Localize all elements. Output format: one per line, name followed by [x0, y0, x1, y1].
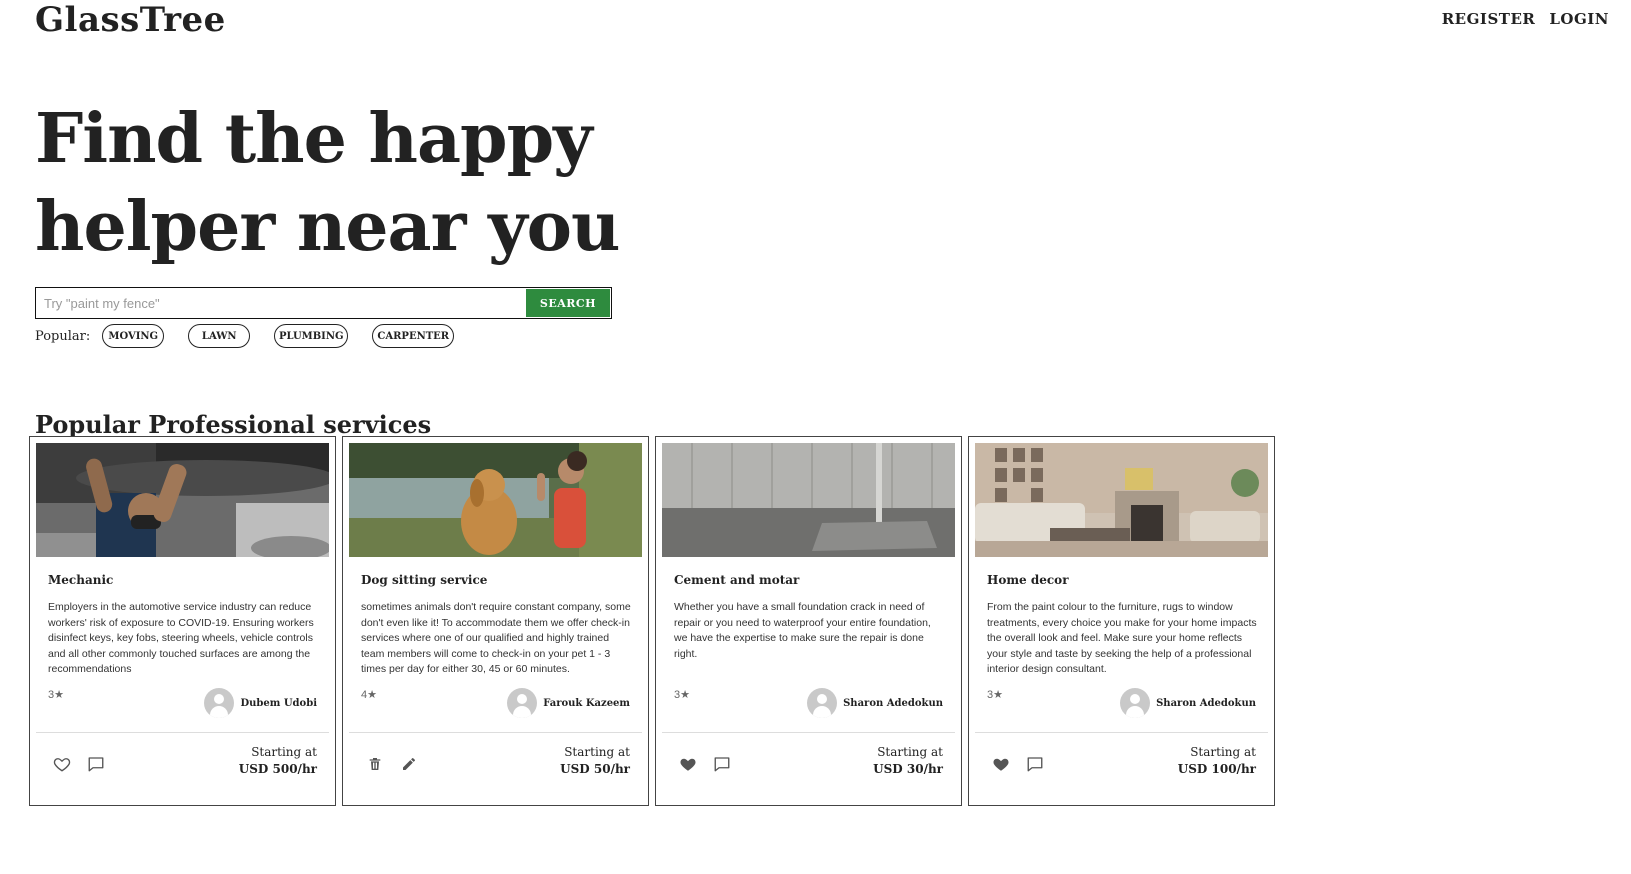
comment-icon[interactable] [1025, 754, 1045, 774]
service-card-mechanic[interactable]: Mechanic Employers in the automotive ser… [29, 436, 336, 806]
dog-sitting-photo [349, 443, 642, 557]
card-author[interactable]: Sharon Adedokun [807, 688, 943, 718]
price-amount: USD 30/hr [873, 762, 943, 776]
tag-moving[interactable]: MOVING [102, 324, 165, 348]
service-card-cement[interactable]: Cement and motar Whether you have a smal… [655, 436, 962, 806]
search-bar: SEARCH [35, 287, 612, 319]
cement-photo [662, 443, 955, 557]
popular-tags: Popular: MOVING LAWN PLUMBING CARPENTER [35, 324, 478, 348]
card-title: Dog sitting service [361, 573, 488, 587]
heart-filled-icon[interactable] [991, 754, 1011, 774]
register-link[interactable]: REGISTER [1442, 10, 1536, 28]
section-title: Popular Professional services [35, 410, 432, 439]
home-decor-photo [975, 443, 1268, 557]
heart-outline-icon[interactable] [52, 754, 72, 774]
price-amount: USD 50/hr [560, 762, 630, 776]
login-link[interactable]: LOGIN [1549, 10, 1609, 28]
card-rating: 3★ [674, 689, 690, 701]
search-button[interactable]: SEARCH [526, 289, 610, 317]
card-rating: 4★ [361, 689, 377, 701]
card-actions [678, 754, 732, 774]
comment-icon[interactable] [86, 754, 106, 774]
service-cards: Mechanic Employers in the automotive ser… [29, 436, 1275, 806]
card-actions [365, 754, 419, 774]
logo[interactable]: GlassTree [35, 0, 226, 40]
price-amount: USD 100/hr [1177, 762, 1256, 776]
card-price: Starting at USD 100/hr [1178, 745, 1256, 776]
price-label: Starting at [877, 745, 943, 759]
pencil-icon[interactable] [399, 754, 419, 774]
tag-carpenter[interactable]: CARPENTER [372, 324, 455, 348]
avatar [1120, 688, 1151, 718]
card-divider [36, 732, 329, 733]
card-price: Starting at USD 30/hr [873, 745, 943, 776]
service-card-home-decor[interactable]: Home decor From the paint colour to the … [968, 436, 1275, 806]
card-description: Employers in the automotive service indu… [48, 601, 314, 675]
card-divider [662, 732, 955, 733]
avatar [807, 688, 838, 718]
price-label: Starting at [1190, 745, 1256, 759]
card-author[interactable]: Sharon Adedokun [1120, 688, 1256, 718]
card-description: Whether you have a small foundation crac… [674, 601, 931, 660]
card-actions [991, 754, 1045, 774]
heart-filled-icon[interactable] [678, 754, 698, 774]
tag-plumbing[interactable]: PLUMBING [274, 324, 349, 348]
card-description: sometimes animals don't require constant… [361, 601, 631, 675]
card-actions [52, 754, 106, 774]
author-name: Farouk Kazeem [543, 697, 630, 709]
card-divider [975, 732, 1268, 733]
price-amount: USD 500/hr [238, 762, 317, 776]
card-title: Mechanic [48, 573, 114, 587]
card-author[interactable]: Dubem Udobi [204, 688, 317, 718]
card-title: Home decor [987, 573, 1069, 587]
price-label: Starting at [251, 745, 317, 759]
mechanic-photo [36, 443, 329, 557]
card-description: From the paint colour to the furniture, … [987, 601, 1257, 675]
service-card-dog-sitting[interactable]: Dog sitting service sometimes animals do… [342, 436, 649, 806]
avatar [507, 688, 538, 718]
card-rating: 3★ [48, 689, 64, 701]
author-name: Dubem Udobi [240, 697, 317, 709]
hero-title: Find the happy helper near you [35, 99, 620, 267]
price-label: Starting at [564, 745, 630, 759]
author-name: Sharon Adedokun [1156, 697, 1256, 709]
card-rating: 3★ [987, 689, 1003, 701]
popular-label: Popular: [35, 328, 91, 344]
card-author[interactable]: Farouk Kazeem [507, 688, 630, 718]
trash-icon[interactable] [365, 754, 385, 774]
card-divider [349, 732, 642, 733]
card-price: Starting at USD 50/hr [560, 745, 630, 776]
search-input[interactable] [36, 288, 525, 318]
tag-lawn[interactable]: LAWN [188, 324, 251, 348]
card-price: Starting at USD 500/hr [239, 745, 317, 776]
comment-icon[interactable] [712, 754, 732, 774]
author-name: Sharon Adedokun [843, 697, 943, 709]
top-nav: REGISTER LOGIN [1442, 10, 1609, 28]
card-title: Cement and motar [674, 573, 800, 587]
avatar [204, 688, 235, 718]
